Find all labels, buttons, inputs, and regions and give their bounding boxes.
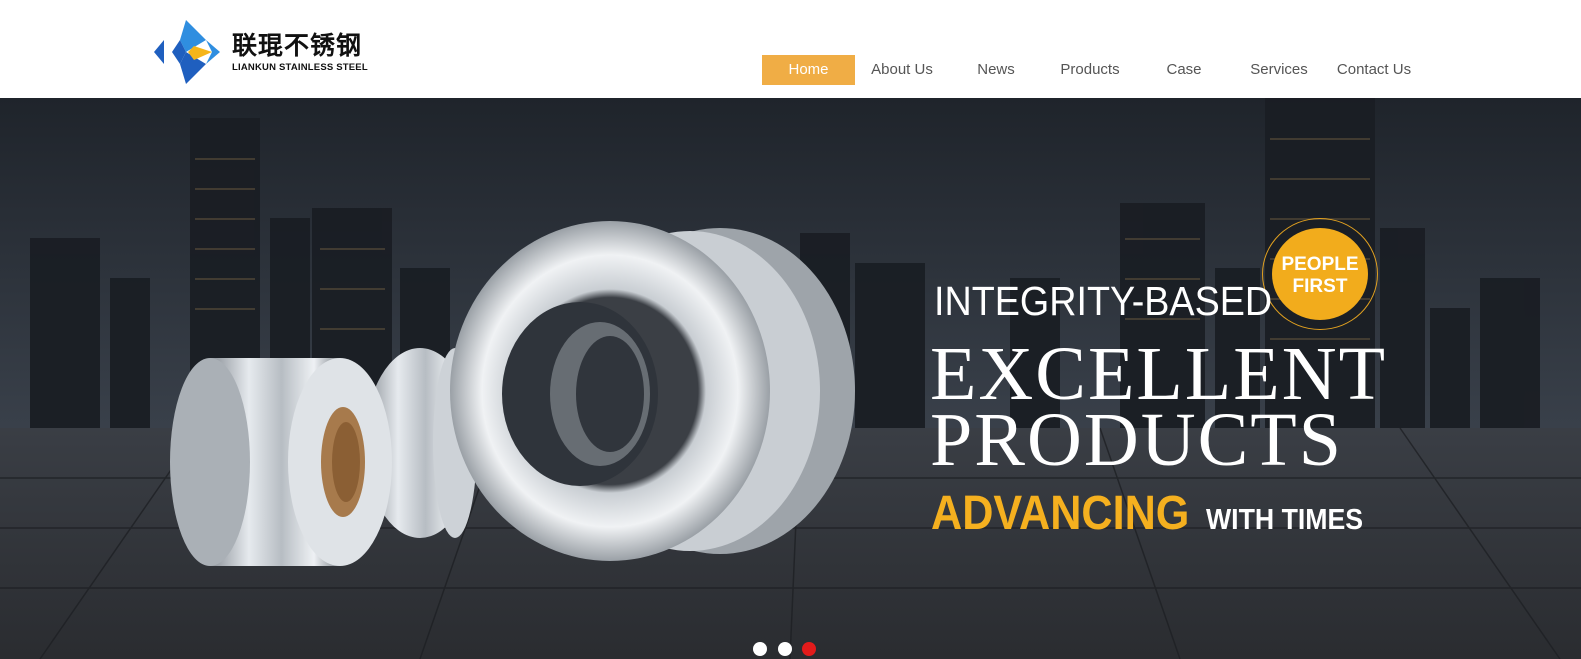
nav-news[interactable]: News bbox=[966, 55, 1026, 85]
badge-line-2: FIRST bbox=[1292, 276, 1348, 297]
carousel-dot-1[interactable] bbox=[753, 642, 767, 656]
carousel-dot-2[interactable] bbox=[778, 642, 792, 656]
nav-services[interactable]: Services bbox=[1242, 55, 1316, 85]
slogan-integrity: INTEGRITY-BASED bbox=[934, 278, 1273, 324]
slogan-with-times: WITH TIMES bbox=[1206, 504, 1364, 536]
logo-mark-icon bbox=[154, 20, 220, 84]
badge-line-1: PEOPLE bbox=[1281, 254, 1359, 275]
site-header: 联琨不锈钢 LIANKUN STAINLESS STEEL Home About… bbox=[0, 0, 1581, 98]
logo-english-name: LIANKUN STAINLESS STEEL bbox=[232, 62, 368, 73]
slogan-advancing: ADVANCING bbox=[931, 487, 1190, 540]
company-logo[interactable]: 联琨不锈钢 LIANKUN STAINLESS STEEL bbox=[154, 18, 384, 88]
nav-about-us[interactable]: About Us bbox=[862, 55, 942, 85]
people-first-badge: PEOPLE FIRST bbox=[1272, 228, 1368, 320]
slogan-products: PRODUCTS bbox=[930, 398, 1343, 482]
nav-products[interactable]: Products bbox=[1052, 55, 1128, 85]
nav-case[interactable]: Case bbox=[1154, 55, 1214, 85]
carousel-dot-3[interactable] bbox=[802, 642, 816, 656]
nav-home[interactable]: Home bbox=[762, 55, 855, 85]
logo-chinese-name: 联琨不锈钢 bbox=[232, 31, 363, 60]
nav-contact-us[interactable]: Contact Us bbox=[1332, 55, 1416, 85]
hero-banner[interactable]: PEOPLE FIRST INTEGRITY-BASED EXCELLENT P… bbox=[0, 98, 1581, 659]
